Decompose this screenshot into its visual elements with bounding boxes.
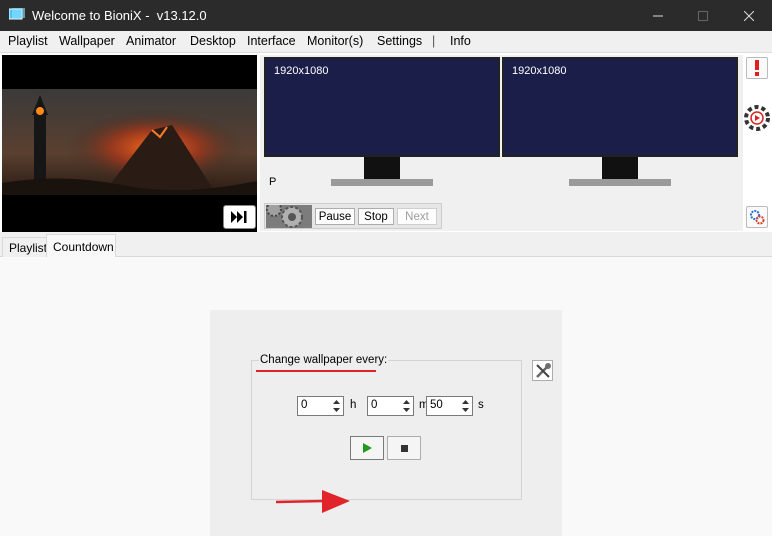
gears-image-icon <box>266 205 312 228</box>
countdown-settings-area: Change wallpaper every: 0 h 0 m 50 s <box>210 310 562 536</box>
menu-playlist[interactable]: Playlist <box>8 34 48 48</box>
stop-button[interactable]: Stop <box>358 208 394 225</box>
window-title: Welcome to BioniX - v13.12.0 <box>32 8 207 23</box>
monitor-1-base <box>331 179 433 186</box>
monitor-1-resolution: 1920x1080 <box>274 65 329 77</box>
start-countdown-button[interactable] <box>350 436 384 460</box>
next-button[interactable]: Next <box>397 208 437 225</box>
menu-desktop[interactable]: Desktop <box>190 34 236 48</box>
spinner-arrows-icon[interactable] <box>330 397 343 415</box>
next-wallpaper-button[interactable] <box>223 205 256 229</box>
seconds-value: 50 <box>430 399 443 411</box>
playback-controls: Pause Stop Next <box>264 203 442 229</box>
hours-value: 0 <box>301 399 308 411</box>
animation-thumbnail <box>266 205 312 228</box>
spinner-arrows-icon[interactable] <box>459 397 472 415</box>
menu-animator[interactable]: Animator <box>126 34 176 48</box>
stop-icon <box>400 444 408 452</box>
menu-settings[interactable]: Settings <box>377 34 422 48</box>
pause-button[interactable]: Pause <box>315 208 355 225</box>
hours-unit: h <box>350 399 357 411</box>
menu-wallpaper[interactable]: Wallpaper <box>59 34 115 48</box>
monitor-1-stand <box>364 157 400 181</box>
title-bar: Welcome to BioniX - v13.12.0 <box>0 0 772 31</box>
wallpaper-preview[interactable] <box>2 55 257 232</box>
menu-separator: | <box>432 34 436 48</box>
seconds-unit: s <box>478 399 484 411</box>
change-wallpaper-group: Change wallpaper every: <box>251 354 522 500</box>
monitor-2-resolution: 1920x1080 <box>512 65 567 77</box>
tab-countdown[interactable]: Countdown <box>46 234 116 258</box>
side-toolbar <box>743 55 770 231</box>
tools-button[interactable] <box>532 360 553 381</box>
hours-spinner[interactable]: 0 <box>297 396 344 416</box>
menu-monitors[interactable]: Monitor(s) <box>307 34 363 48</box>
bionix-app-icon <box>9 8 25 20</box>
minimize-icon <box>653 15 663 16</box>
monitor-2-base <box>569 179 671 186</box>
minimize-button[interactable] <box>635 0 681 31</box>
primary-marker: P <box>269 176 277 188</box>
play-icon <box>363 443 372 453</box>
alert-button[interactable] <box>746 57 768 79</box>
settings-button[interactable] <box>746 206 768 228</box>
maximize-button[interactable] <box>680 0 726 31</box>
change-wallpaper-label: Change wallpaper every: <box>259 354 389 366</box>
seconds-spinner[interactable]: 50 <box>426 396 473 416</box>
minutes-spinner[interactable]: 0 <box>367 396 414 416</box>
close-icon <box>744 10 754 21</box>
spinner-arrows-icon[interactable] <box>400 397 413 415</box>
monitor-1[interactable]: 1920x1080 <box>264 57 500 157</box>
tab-bar: Playlist Countdown <box>0 232 772 258</box>
monitor-2-stand <box>602 157 638 181</box>
record-button[interactable] <box>744 105 770 131</box>
annotation-arrow-icon <box>275 490 350 513</box>
menu-bar: Playlist Wallpaper Animator Desktop Inte… <box>0 31 772 52</box>
menu-info[interactable]: Info <box>450 34 471 48</box>
stop-countdown-button[interactable] <box>387 436 421 460</box>
settings-gears-icon <box>750 210 765 225</box>
maximize-icon <box>698 10 708 21</box>
wallpaper-thumbnail <box>2 55 257 232</box>
tools-icon <box>535 362 551 378</box>
countdown-panel: Change wallpaper every: 0 h 0 m 50 s <box>0 257 772 536</box>
alert-icon <box>755 60 759 76</box>
record-icon <box>744 105 770 131</box>
skip-next-icon <box>230 211 246 223</box>
minutes-value: 0 <box>371 399 378 411</box>
menu-interface[interactable]: Interface <box>247 34 296 48</box>
annotation-underline <box>256 370 376 372</box>
tab-playlist[interactable]: Playlist <box>2 237 47 258</box>
close-button[interactable] <box>726 0 772 31</box>
monitor-2[interactable]: 1920x1080 <box>502 57 738 157</box>
top-panel: 1920x1080 1920x1080 P Pause Stop Next <box>0 52 772 232</box>
